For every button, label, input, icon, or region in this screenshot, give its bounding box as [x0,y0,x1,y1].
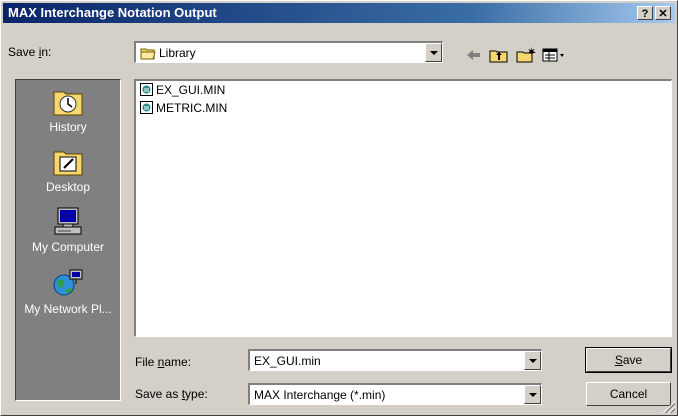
places-my-computer-label: My Computer [31,240,105,254]
places-network[interactable]: My Network Pl... [16,268,120,316]
min-file-icon [140,83,153,96]
places-my-computer[interactable]: My Computer [16,206,120,254]
list-item[interactable]: EX_GUI.MIN [140,83,225,99]
my-computer-icon [51,206,85,238]
back-icon[interactable] [463,45,485,65]
help-button[interactable]: ? [637,6,653,20]
save-as-type-dropdown-arrow[interactable] [524,385,541,404]
file-name-text: METRIC.MIN [156,101,228,115]
save-button[interactable]: Save [585,347,672,373]
up-one-level-icon[interactable] [488,45,510,65]
title-bar[interactable]: MAX Interchange Notation Output ? ✕ [3,3,675,23]
folder-icon [140,46,156,63]
file-name-input[interactable]: EX_GUI.min [248,349,542,371]
save-in-dropdown[interactable]: Library [134,41,443,63]
places-bar: History Desktop My Computer My Network P… [15,79,121,401]
save-in-dropdown-arrow[interactable] [425,43,442,62]
file-name-text: EX_GUI.MIN [156,83,226,97]
save-as-type-label: Save as type: [135,387,208,401]
file-list[interactable]: EX_GUI.MIN METRIC.MIN [134,79,672,337]
save-in-value: Library [159,46,196,60]
list-item[interactable]: METRIC.MIN [140,101,227,117]
network-places-icon [51,268,85,300]
cancel-button[interactable]: Cancel [586,382,671,406]
history-icon [51,86,85,118]
places-network-label: My Network Pl... [24,302,112,316]
dialog-title: MAX Interchange Notation Output [8,5,217,20]
file-name-dropdown-arrow[interactable] [524,351,541,370]
places-history-label: History [49,120,87,134]
save-in-label: Save in: [8,45,52,59]
places-desktop[interactable]: Desktop [16,146,120,194]
new-folder-icon[interactable] [515,45,537,65]
view-menu-icon[interactable] [541,45,567,65]
save-dialog: MAX Interchange Notation Output ? ✕ Save… [0,0,678,416]
places-history[interactable]: History [16,86,120,134]
min-file-icon [140,101,153,114]
file-name-label: File name: [135,355,192,369]
resize-grip[interactable] [663,401,675,413]
close-button[interactable]: ✕ [655,6,671,20]
file-name-value: EX_GUI.min [254,354,321,368]
places-desktop-label: Desktop [45,180,91,194]
save-as-type-dropdown[interactable]: MAX Interchange (*.min) [248,383,542,405]
save-as-type-value: MAX Interchange (*.min) [254,388,386,402]
desktop-icon [51,146,85,178]
